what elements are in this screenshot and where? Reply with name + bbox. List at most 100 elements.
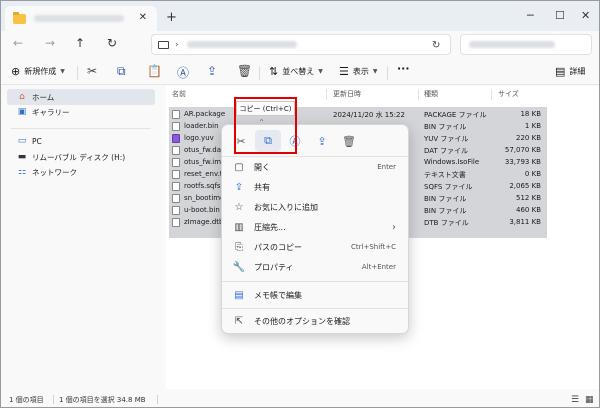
context-menu: ✂ ⧉ Ⓐ ⇪ 🗑 ▢ 開く Enter ⇪ 共有 ☆ お気に入りに追加 ▥ 圧… [221, 124, 409, 334]
tab-title-redacted [34, 15, 124, 22]
file-icon [172, 206, 180, 215]
sort-button[interactable]: ⇅ 並べ替え ▼ [269, 65, 323, 78]
file-icon [172, 110, 180, 119]
file-size: 33,793 KB [504, 158, 541, 166]
menu-item-compress[interactable]: ▥ 圧縮先... › [226, 218, 404, 236]
open-icon: ▢ [234, 161, 244, 173]
file-icon [172, 122, 180, 131]
search-box[interactable] [460, 34, 592, 55]
file-name: logo.yuv [184, 134, 214, 142]
delete-icon[interactable]: 🗑 [237, 64, 252, 78]
file-date: 2024/11/20 水 15:22 [333, 111, 405, 119]
share-icon[interactable]: ⇪ [309, 130, 335, 152]
title-bar: ✕ + ─ ☐ ✕ [1, 1, 599, 31]
minimize-icon[interactable]: ─ [527, 9, 534, 22]
menu-item-share[interactable]: ⇪ 共有 [226, 178, 404, 196]
selection-info: 1 個の項目を選択 34.8 MB [59, 396, 146, 404]
share-icon[interactable]: ⇪ [207, 64, 217, 78]
divider [259, 66, 260, 80]
column-header-size[interactable]: サイズ [498, 86, 519, 102]
sidebar-item-gallery[interactable]: ▣ ギャラリー [7, 104, 155, 120]
back-icon[interactable]: ← [13, 36, 23, 50]
divider [157, 395, 158, 404]
address-refresh-icon[interactable]: ↻ [432, 40, 440, 51]
details-button[interactable]: ▤ 詳細 [555, 65, 585, 78]
delete-icon[interactable]: 🗑 [336, 130, 362, 152]
divider [53, 395, 54, 404]
sidebar-item-pc[interactable]: ▭ PC [7, 133, 155, 149]
drive-icon: ▬ [17, 152, 27, 162]
menu-item-more-options[interactable]: ⇱ その他のオプションを確認 [226, 312, 404, 330]
status-bar: 1 個の項目 1 個の項目を選択 34.8 MB ☰ ▦ [1, 391, 599, 407]
divider [77, 66, 78, 80]
view-button[interactable]: ☰ 表示 ▼ [339, 65, 378, 78]
divider [491, 89, 492, 100]
file-name: zImage.dtb [184, 218, 224, 226]
file-icon [172, 218, 180, 227]
chevron-down-icon: ▼ [372, 68, 378, 75]
rename-icon[interactable]: Ⓐ [177, 64, 189, 81]
menu-item-add-favorites[interactable]: ☆ お気に入りに追加 [226, 198, 404, 216]
file-type: SQFS ファイル [424, 183, 473, 191]
chevron-down-icon: ▼ [318, 68, 323, 75]
column-header-date[interactable]: 更新日時 [333, 86, 361, 102]
item-count: 1 個の項目 [9, 396, 44, 404]
window-close-icon[interactable]: ✕ [581, 9, 590, 22]
forward-icon[interactable]: → [45, 36, 55, 50]
chevron-right-icon: › [175, 39, 179, 50]
file-type: BIN ファイル [424, 195, 467, 203]
monitor-icon [158, 40, 169, 49]
paste-icon[interactable]: 📋 [147, 64, 162, 78]
divider [11, 128, 151, 129]
file-type: DTB ファイル [424, 219, 469, 227]
cut-icon[interactable]: ✂ [87, 64, 97, 78]
new-label: 新規作成 [24, 67, 57, 76]
menu-item-open[interactable]: ▢ 開く Enter [226, 158, 404, 176]
new-tab-button[interactable]: + [166, 10, 177, 25]
sidebar-item-label: PC [32, 136, 42, 146]
divider [418, 89, 419, 100]
tab-close-icon[interactable]: ✕ [139, 12, 147, 23]
file-size: 3,811 KB [509, 218, 541, 226]
refresh-icon[interactable]: ↻ [107, 36, 117, 50]
menu-item-copy-path[interactable]: ⎘ パスのコピー Ctrl+Shift+C [226, 238, 404, 256]
menu-item-label: その他のオプションを確認 [254, 316, 350, 326]
star-icon: ☆ [234, 201, 244, 213]
list-view-icon[interactable]: ☰ [571, 395, 579, 405]
tiles-view-icon[interactable]: ▦ [585, 395, 594, 405]
file-name: rootfs.sqfs [184, 182, 221, 190]
tab-current-folder[interactable]: ✕ [5, 6, 157, 31]
column-header-type[interactable]: 種類 [424, 86, 438, 102]
file-type: DAT ファイル [424, 147, 469, 155]
more-options-icon: ⇱ [234, 315, 244, 327]
navigation-pane: ⌂ ホーム ▣ ギャラリー ▭ PC ▬ リムーバブル ディスク (H:) ⚏ … [1, 86, 161, 389]
file-type: PACKAGE ファイル [424, 111, 487, 119]
sidebar-item-home[interactable]: ⌂ ホーム [7, 89, 155, 105]
copy-icon[interactable]: ⧉ [117, 64, 126, 79]
menu-item-label: 開く [254, 162, 270, 172]
network-icon: ⚏ [17, 167, 27, 177]
file-name: sn_bootimg [184, 194, 225, 202]
file-name: u-boot.bin [184, 206, 220, 214]
sidebar-item-removable-disk[interactable]: ▬ リムーバブル ディスク (H:) [7, 149, 155, 165]
menu-item-edit-notepad[interactable]: ▤ メモ帳で編集 [226, 286, 404, 304]
address-bar[interactable]: › [151, 34, 451, 55]
sidebar-item-label: ギャラリー [32, 107, 70, 117]
menu-item-properties[interactable]: 🔧 プロパティ Alt+Enter [226, 258, 404, 276]
search-placeholder-redacted [469, 41, 555, 48]
up-icon[interactable]: ↑ [75, 36, 85, 50]
menu-item-shortcut: Enter [377, 163, 396, 171]
file-size: 2,065 KB [509, 182, 541, 190]
file-size: 0 KB [524, 170, 541, 178]
file-icon [172, 182, 180, 191]
divider [326, 89, 327, 100]
table-row[interactable]: AR.package 2024/11/20 水 15:22 PACKAGE ファ… [166, 109, 596, 121]
column-header-name[interactable]: 名前 [172, 86, 186, 102]
new-button[interactable]: ⊕ 新規作成 ▼ [11, 65, 65, 78]
text-file-icon [172, 170, 180, 179]
more-options-button[interactable]: ··· [397, 62, 410, 75]
maximize-icon[interactable]: ☐ [555, 9, 565, 22]
sidebar-item-network[interactable]: ⚏ ネットワーク [7, 164, 155, 180]
command-bar: ⊕ 新規作成 ▼ ✂ ⧉ 📋 Ⓐ ⇪ 🗑 ⇅ 並べ替え ▼ ☰ 表示 ▼ ···… [1, 59, 599, 85]
file-type: YUV ファイル [424, 135, 469, 143]
